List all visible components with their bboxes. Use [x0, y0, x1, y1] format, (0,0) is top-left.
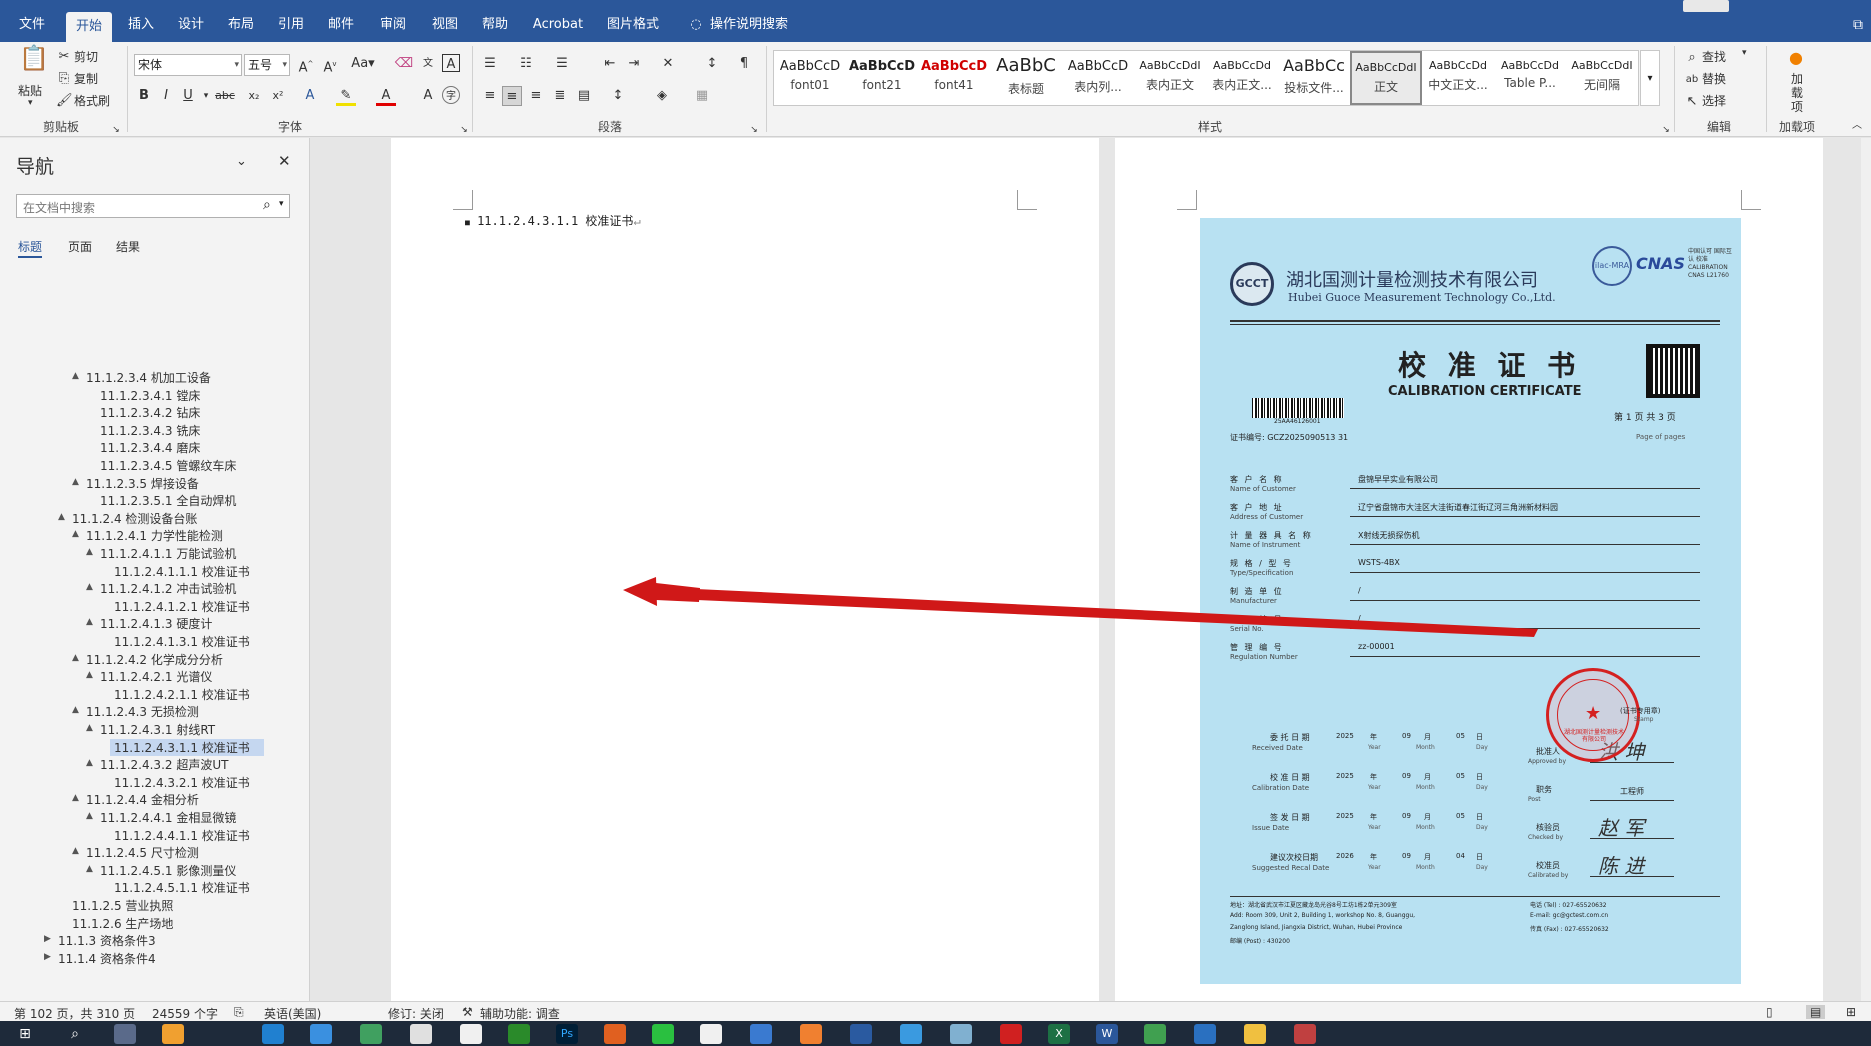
taskbar-app-icon[interactable] — [800, 1024, 822, 1044]
read-mode-icon[interactable]: ▯ — [1766, 1005, 1773, 1019]
status-track-changes[interactable]: 修订: 关闭 — [388, 1005, 444, 1022]
taskbar-app-icon[interactable] — [162, 1024, 184, 1044]
proofing-icon[interactable]: ⎘ — [234, 1005, 244, 1020]
taskbar-app-icon[interactable] — [900, 1024, 922, 1044]
accessibility-icon: ⚒ — [462, 1005, 473, 1019]
windows-start-icon[interactable]: ⊞ — [14, 1024, 36, 1044]
wechat-icon[interactable] — [652, 1024, 674, 1044]
web-layout-icon[interactable]: ⊞ — [1846, 1005, 1856, 1019]
taskbar-app-icon[interactable] — [360, 1024, 382, 1044]
print-layout-icon[interactable]: ▤ — [1806, 1005, 1826, 1019]
arrow-head — [623, 577, 657, 606]
taskbar-app-icon[interactable] — [950, 1024, 972, 1044]
status-language[interactable]: 英语(美国) — [264, 1005, 321, 1022]
search-icon[interactable]: ⌕ — [64, 1024, 86, 1044]
photoshop-icon[interactable]: Ps — [556, 1024, 578, 1044]
qq-icon[interactable] — [700, 1024, 722, 1044]
taskbar-app-icon[interactable] — [1294, 1024, 1316, 1044]
status-bar: 第 102 页，共 310 页 24559 个字 ⎘ 英语(美国) 修订: 关闭… — [0, 1001, 1871, 1021]
arrow-neck — [656, 583, 700, 602]
taskbar-app-icon[interactable] — [460, 1024, 482, 1044]
red-arrow-annotation — [623, 577, 1538, 637]
taskbar-app-icon[interactable] — [114, 1024, 136, 1044]
taskbar-app-icon[interactable] — [850, 1024, 872, 1044]
windows-taskbar: ⊞ ⌕ Ps X W — [0, 1021, 1871, 1046]
taskbar-app-icon[interactable] — [604, 1024, 626, 1044]
file-explorer-icon[interactable] — [1244, 1024, 1266, 1044]
arrow-shaft — [696, 589, 1538, 637]
taskbar-app-icon[interactable] — [262, 1024, 284, 1044]
taskbar-app-icon[interactable] — [508, 1024, 530, 1044]
taskbar-app-icon[interactable] — [410, 1024, 432, 1044]
status-accessibility[interactable]: 辅助功能: 调查 — [480, 1005, 560, 1022]
status-word-count[interactable]: 24559 个字 — [152, 1005, 218, 1022]
status-page[interactable]: 第 102 页，共 310 页 — [14, 1005, 135, 1022]
taskbar-app-icon[interactable] — [1144, 1024, 1166, 1044]
word-icon[interactable]: W — [1096, 1024, 1118, 1044]
taskbar-app-icon[interactable] — [310, 1024, 332, 1044]
taskbar-app-icon[interactable] — [1194, 1024, 1216, 1044]
taskbar-app-icon[interactable] — [750, 1024, 772, 1044]
acrobat-icon[interactable] — [1000, 1024, 1022, 1044]
excel-icon[interactable]: X — [1048, 1024, 1070, 1044]
